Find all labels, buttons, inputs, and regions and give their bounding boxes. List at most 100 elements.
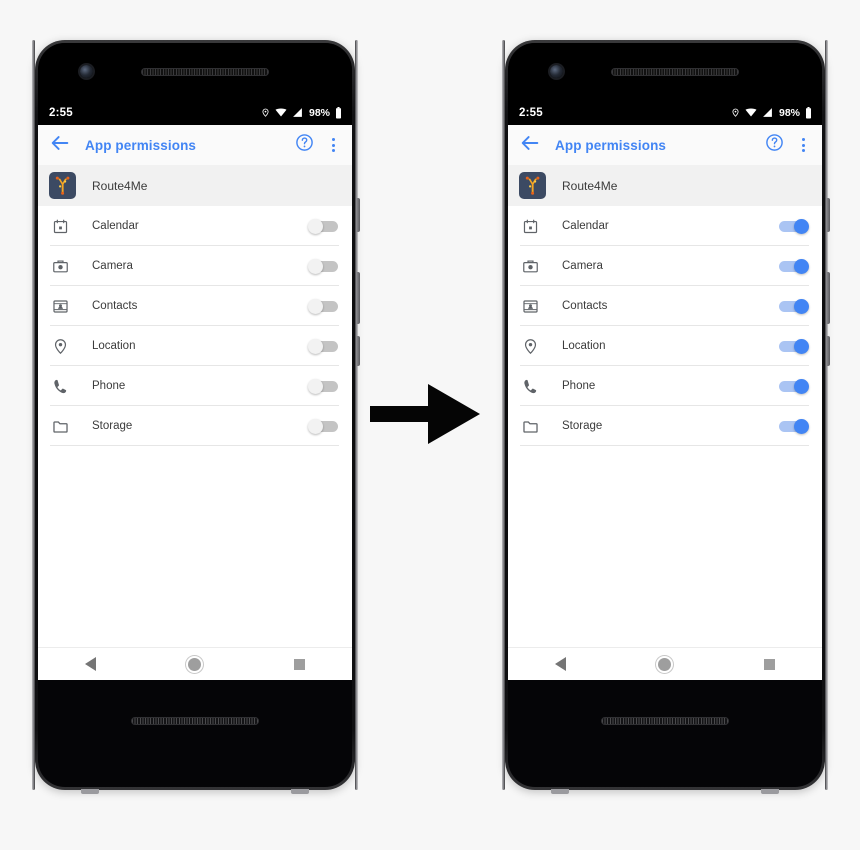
permission-row-contacts[interactable]: Contacts: [38, 286, 352, 326]
phone-top-hardware: [38, 43, 352, 100]
route4me-app-icon: [49, 172, 76, 199]
back-button[interactable]: [49, 132, 71, 159]
battery-icon: [805, 106, 812, 119]
back-triangle-icon: [84, 657, 96, 671]
back-button[interactable]: [519, 132, 541, 159]
camera-icon: [520, 256, 540, 276]
permission-label: Calendar: [92, 220, 139, 232]
power-button[interactable]: [826, 198, 830, 232]
permission-label: Phone: [92, 380, 126, 392]
permission-row-phone[interactable]: Phone: [38, 366, 352, 406]
help-button[interactable]: [765, 133, 796, 157]
permission-row-calendar[interactable]: Calendar: [38, 206, 352, 246]
signal-icon: [762, 107, 773, 118]
calendar-icon: [50, 216, 70, 236]
bottom-speaker-grille: [601, 717, 729, 725]
nav-recents-button[interactable]: [277, 648, 323, 681]
permission-row-storage[interactable]: Storage: [38, 406, 352, 446]
permission-toggle-calendar[interactable]: [308, 219, 339, 234]
toggle-knob: [794, 419, 809, 434]
permission-row-location[interactable]: Location: [38, 326, 352, 366]
overflow-menu-button[interactable]: [796, 136, 810, 155]
signal-icon: [292, 107, 303, 118]
contacts-icon: [50, 296, 70, 316]
android-navigation-bar: [38, 647, 352, 680]
phone-after: 2:55 98% App permissions Route4Me Calend…: [502, 40, 830, 794]
permission-toggle-storage[interactable]: [308, 419, 339, 434]
permission-row-contacts[interactable]: Contacts: [508, 286, 822, 326]
battery-percent: 98%: [778, 106, 800, 119]
permission-row-camera[interactable]: Camera: [508, 246, 822, 286]
nav-back-button[interactable]: [537, 648, 583, 681]
permission-toggle-phone[interactable]: [778, 379, 809, 394]
wifi-icon: [275, 107, 287, 118]
recents-square-icon: [294, 658, 306, 670]
app-header-row[interactable]: Route4Me: [508, 165, 822, 206]
volume-down-button[interactable]: [356, 336, 360, 366]
camera-icon: [50, 256, 70, 276]
front-camera-icon: [80, 65, 93, 78]
permission-toggle-location[interactable]: [308, 339, 339, 354]
permission-toggle-location[interactable]: [778, 339, 809, 354]
permission-list: Calendar Camera Contacts Location Phone …: [508, 206, 822, 647]
volume-up-button[interactable]: [356, 272, 360, 324]
permission-label: Camera: [562, 260, 603, 272]
permission-label: Location: [562, 340, 606, 352]
page-title: App permissions: [85, 137, 197, 153]
permission-row-calendar[interactable]: Calendar: [508, 206, 822, 246]
android-navigation-bar: [508, 647, 822, 680]
screen: App permissions Route4Me Calendar Camera…: [508, 125, 822, 680]
overflow-menu-button[interactable]: [326, 136, 340, 155]
permission-toggle-phone[interactable]: [308, 379, 339, 394]
menu-dot: [801, 138, 805, 142]
help-button[interactable]: [295, 133, 326, 157]
permission-row-phone[interactable]: Phone: [508, 366, 822, 406]
location-icon: [731, 107, 740, 118]
volume-down-button[interactable]: [826, 336, 830, 366]
volume-up-button[interactable]: [826, 272, 830, 324]
nav-home-button[interactable]: [172, 648, 218, 681]
calendar-icon: [520, 216, 540, 236]
recents-square-icon: [764, 658, 776, 670]
permission-toggle-contacts[interactable]: [778, 299, 809, 314]
screen: App permissions Route4Me Calendar Camera…: [38, 125, 352, 680]
nav-home-button[interactable]: [642, 648, 688, 681]
status-icon-group: 98%: [261, 106, 342, 119]
wifi-icon: [745, 107, 757, 118]
battery-icon: [335, 106, 342, 119]
permission-row-location[interactable]: Location: [508, 326, 822, 366]
permission-row-storage[interactable]: Storage: [508, 406, 822, 446]
permission-toggle-contacts[interactable]: [308, 299, 339, 314]
route4me-app-icon: [519, 172, 546, 199]
bottom-speaker-grille: [131, 717, 259, 725]
location-icon: [261, 107, 270, 118]
nav-back-button[interactable]: [67, 648, 113, 681]
power-button[interactable]: [356, 198, 360, 232]
antenna-nub-right: [291, 789, 309, 794]
permission-toggle-storage[interactable]: [778, 419, 809, 434]
toggle-knob: [308, 259, 323, 274]
comparison-stage: 2:55 98% App permissions Route4Me Calend…: [0, 0, 860, 850]
permission-toggle-camera[interactable]: [308, 259, 339, 274]
permission-label: Storage: [562, 420, 603, 432]
nav-recents-button[interactable]: [747, 648, 793, 681]
front-camera-icon: [550, 65, 563, 78]
app-header-row[interactable]: Route4Me: [38, 165, 352, 206]
toggle-knob: [794, 339, 809, 354]
status-bar: 2:55 98%: [508, 100, 822, 125]
location-pin-icon: [50, 336, 70, 356]
back-triangle-icon: [554, 657, 566, 671]
folder-icon: [520, 416, 540, 436]
permission-label: Storage: [92, 420, 133, 432]
permission-toggle-camera[interactable]: [778, 259, 809, 274]
earpiece-speaker-grille: [141, 68, 269, 76]
phone-bezel-right-edge: [825, 40, 828, 790]
toggle-knob: [794, 379, 809, 394]
antenna-nub-left: [551, 789, 569, 794]
toggle-knob: [308, 299, 323, 314]
toggle-knob: [794, 259, 809, 274]
status-time: 2:55: [519, 106, 543, 119]
menu-dot: [801, 148, 805, 152]
permission-row-camera[interactable]: Camera: [38, 246, 352, 286]
permission-toggle-calendar[interactable]: [778, 219, 809, 234]
